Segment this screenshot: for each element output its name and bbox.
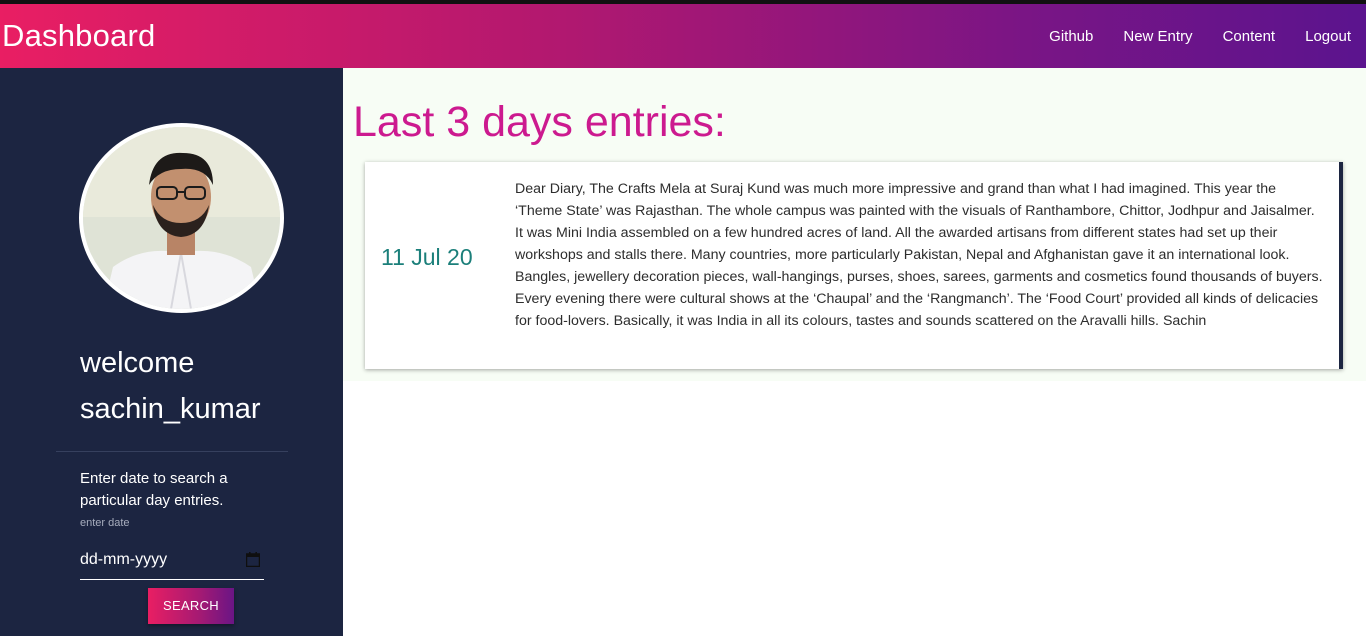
nav-link-logout[interactable]: Logout [1305, 28, 1351, 45]
navbar: Dashboard Github New Entry Content Logou… [0, 4, 1366, 68]
main-content: Last 3 days entries: 11 Jul 20 Dear Diar… [343, 68, 1366, 381]
page-title: Last 3 days entries: [353, 98, 726, 146]
nav-link-new-entry[interactable]: New Entry [1123, 28, 1192, 45]
welcome-label: welcome [80, 347, 195, 379]
nav-links: Github New Entry Content Logout [1019, 4, 1351, 68]
sidebar: welcome sachin_kumar Enter date to searc… [0, 68, 343, 636]
entry-date: 11 Jul 20 [381, 244, 473, 270]
date-input[interactable] [80, 550, 230, 569]
brand-title[interactable]: Dashboard [2, 18, 155, 54]
calendar-icon[interactable] [246, 552, 260, 567]
user-photo-icon [83, 127, 280, 309]
search-button[interactable]: SEARCH [148, 588, 234, 624]
welcome-message: welcome sachin_kumar [80, 340, 261, 432]
entry-text: Dear Diary, The Crafts Mela at Suraj Kun… [515, 181, 1323, 329]
nav-link-content[interactable]: Content [1223, 28, 1276, 45]
entry-card: 11 Jul 20 Dear Diary, The Crafts Mela at… [365, 162, 1343, 369]
date-field-label: enter date [80, 517, 130, 529]
sidebar-divider [56, 451, 288, 452]
search-hint: Enter date to search a particular day en… [80, 470, 228, 509]
username: sachin_kumar [80, 393, 261, 425]
avatar [79, 123, 284, 313]
date-field[interactable] [80, 540, 264, 580]
nav-link-github[interactable]: Github [1049, 28, 1093, 45]
